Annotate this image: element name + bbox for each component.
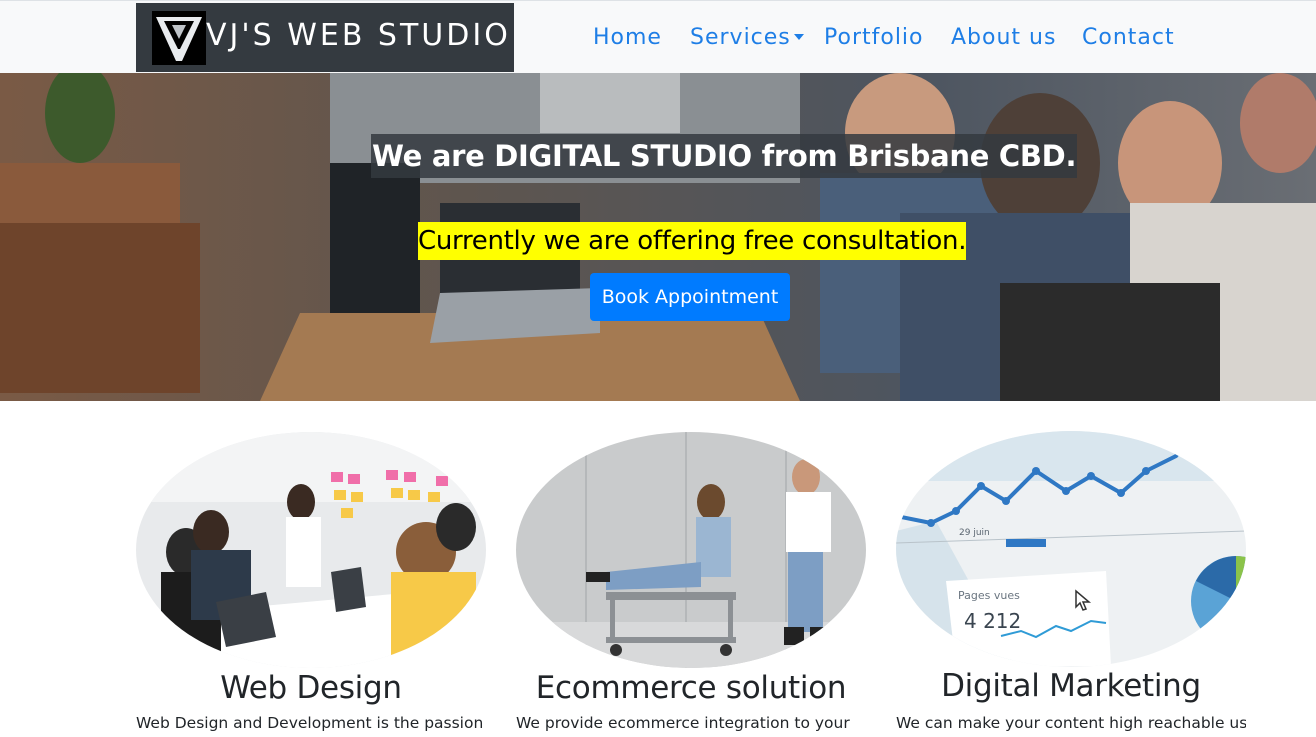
nav-home[interactable]: Home (593, 25, 662, 50)
nav-portfolio[interactable]: Portfolio (824, 25, 924, 50)
caret-down-icon (793, 34, 804, 40)
nav-contact[interactable]: Contact (1082, 25, 1175, 50)
service-title-digital-marketing: Digital Marketing (941, 668, 1201, 704)
service-text-digital-marketing: We can make your content high reachable … (896, 714, 1246, 732)
hero-banner: We are DIGITAL STUDIO from Brisbane CBD.… (0, 73, 1316, 401)
digital-marketing-image: 29 juin Pages vues 4 212 (896, 431, 1246, 667)
web-design-image (136, 432, 486, 668)
nav-services-label: Services (690, 25, 791, 50)
navbar: VJ'S WEB STUDIO Home Services Portfolio … (0, 0, 1316, 74)
brand-link[interactable]: VJ'S WEB STUDIO (136, 3, 514, 72)
brand-name: VJ'S WEB STUDIO (206, 18, 511, 53)
pages-views-value: 4 212 (964, 609, 1022, 633)
pages-views-label: Pages vues (958, 589, 1020, 602)
service-title-ecommerce: Ecommerce solution (535, 670, 847, 706)
logo-icon (152, 11, 206, 65)
nav-about-us[interactable]: About us (951, 25, 1056, 50)
service-title-web-design: Web Design (220, 670, 402, 706)
hero-title: We are DIGITAL STUDIO from Brisbane CBD. (371, 134, 1078, 178)
book-appointment-button[interactable]: Book Appointment (590, 273, 790, 321)
service-text-ecommerce: We provide ecommerce integration to your (516, 714, 850, 732)
mouse-cursor-icon (1075, 589, 1092, 611)
service-text-web-design: Web Design and Development is the passio… (136, 714, 486, 732)
hero-offer-text: Currently we are offering free consultat… (418, 222, 966, 260)
ecommerce-image (516, 432, 866, 668)
nav-services-dropdown[interactable]: Services (690, 25, 804, 50)
chart-date-label: 29 juin (959, 528, 990, 538)
